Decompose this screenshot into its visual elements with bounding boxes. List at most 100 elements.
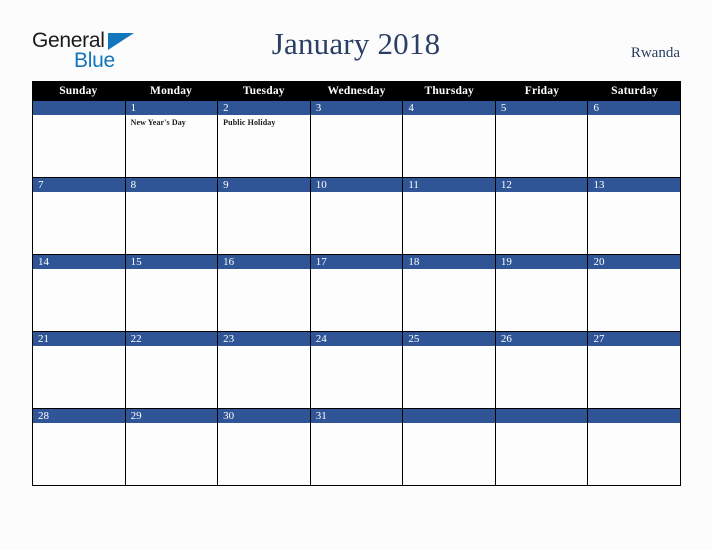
calendar-body: 1 New Year's Day 2 Public Holiday 3 4 5 6 7 8 9 10 1… <box>32 101 682 486</box>
date-number: 26 <box>500 333 512 345</box>
holiday-event: New Year's Day <box>130 118 186 127</box>
event-list: New Year's Day <box>126 115 218 128</box>
date-bar: 26 <box>495 332 588 346</box>
weekday-header-tuesday: Tuesday <box>242 85 285 97</box>
date-number: 2 <box>223 102 229 114</box>
day-cell-30[interactable]: 30 <box>218 409 311 485</box>
country-label: Rwanda <box>630 45 680 61</box>
weekday-header-row: Sunday Monday Tuesday Wednesday Thursday Frid… <box>32 81 681 101</box>
day-cell-3[interactable]: 3 <box>310 101 404 177</box>
date-bar: 29 <box>125 409 218 423</box>
date-number: 17 <box>315 256 327 268</box>
date-bar <box>33 101 125 115</box>
day-cell-19[interactable]: 19 <box>495 255 589 331</box>
day-cell-8[interactable]: 8 <box>125 178 219 254</box>
page-header: General Blue January 2018 Rwanda <box>0 0 712 80</box>
date-bar: 22 <box>125 332 218 346</box>
date-number: 15 <box>130 256 142 268</box>
date-bar: 28 <box>33 409 125 423</box>
calendar-grid: Sunday Monday Tuesday Wednesday Thursday Frid… <box>32 81 682 486</box>
date-number: 23 <box>223 333 235 345</box>
date-number: 6 <box>593 102 599 114</box>
date-bar: 11 <box>403 178 495 192</box>
date-number: 5 <box>500 102 507 114</box>
weekday-header-thursday: Thursday <box>424 85 474 97</box>
day-cell-2[interactable]: 2 Public Holiday <box>218 101 311 177</box>
date-bar: 25 <box>403 332 495 346</box>
day-cell-16[interactable]: 16 <box>218 255 311 331</box>
date-bar: 7 <box>33 178 125 192</box>
date-bar: 31 <box>310 409 403 423</box>
day-cell-9[interactable]: 9 <box>218 178 311 254</box>
date-bar: 19 <box>495 255 588 269</box>
weekday-header-wednesday: Wednesday <box>327 85 386 97</box>
date-bar: 20 <box>588 255 681 269</box>
date-number: 8 <box>130 179 137 191</box>
day-cell-23[interactable]: 23 <box>218 332 311 408</box>
day-cell-18[interactable]: 18 <box>403 255 496 331</box>
day-cell-10[interactable]: 10 <box>310 178 404 254</box>
day-cell-27[interactable]: 27 <box>588 332 682 408</box>
day-cell-6[interactable]: 6 <box>588 101 682 177</box>
date-bar <box>588 409 681 423</box>
date-bar <box>403 409 495 423</box>
date-bar: 8 <box>125 178 218 192</box>
day-cell-12[interactable]: 12 <box>495 178 589 254</box>
date-number: 9 <box>223 179 229 191</box>
day-cell-4[interactable]: 4 <box>403 101 496 177</box>
day-cell-empty[interactable] <box>495 409 589 485</box>
day-cell-13[interactable]: 13 <box>588 178 682 254</box>
holiday-event: Public Holiday <box>223 118 276 127</box>
date-number: 16 <box>223 256 235 268</box>
day-cell-empty[interactable] <box>403 409 496 485</box>
day-cell-14[interactable]: 14 <box>33 255 126 331</box>
date-bar: 15 <box>125 255 218 269</box>
page-title: January 2018 <box>271 26 441 61</box>
day-cell-5[interactable]: 5 <box>495 101 589 177</box>
calendar-week-row: 21 22 23 24 25 26 27 <box>32 332 682 409</box>
weekday-header-monday: Monday <box>150 85 193 97</box>
date-bar: 4 <box>403 101 495 115</box>
date-number: 1 <box>130 102 137 114</box>
day-cell-24[interactable]: 24 <box>310 332 404 408</box>
day-cell-22[interactable]: 22 <box>125 332 219 408</box>
date-number: 14 <box>38 256 49 268</box>
date-number: 28 <box>38 410 49 422</box>
date-number: 30 <box>223 410 235 422</box>
date-number: 29 <box>130 410 142 422</box>
date-bar <box>495 409 588 423</box>
day-cell-1[interactable]: 1 New Year's Day <box>125 101 219 177</box>
date-number: 31 <box>315 410 327 422</box>
date-bar: 10 <box>310 178 403 192</box>
date-number: 27 <box>593 333 605 345</box>
day-cell-empty[interactable] <box>33 101 126 177</box>
day-cell-17[interactable]: 17 <box>310 255 404 331</box>
day-cell-26[interactable]: 26 <box>495 332 589 408</box>
day-cell-25[interactable]: 25 <box>403 332 496 408</box>
calendar-week-row: 14 15 16 17 18 19 20 <box>32 255 682 332</box>
event-list: Public Holiday <box>218 115 310 128</box>
calendar-week-row: 1 New Year's Day 2 Public Holiday 3 4 5 6 <box>32 101 682 178</box>
date-number: 25 <box>408 333 420 345</box>
day-cell-11[interactable]: 11 <box>403 178 496 254</box>
day-cell-28[interactable]: 28 <box>33 409 126 485</box>
date-bar: 5 <box>495 101 588 115</box>
date-bar: 2 <box>218 101 310 115</box>
day-cell-31[interactable]: 31 <box>310 409 404 485</box>
calendar-page: General Blue January 2018 Rwanda Sunday M… <box>0 0 712 550</box>
date-bar: 12 <box>495 178 588 192</box>
date-bar: 14 <box>33 255 125 269</box>
date-bar: 9 <box>218 178 310 192</box>
day-cell-21[interactable]: 21 <box>33 332 126 408</box>
date-number: 4 <box>408 102 414 114</box>
date-bar: 6 <box>588 101 681 115</box>
day-cell-20[interactable]: 20 <box>588 255 682 331</box>
date-number: 11 <box>408 179 419 191</box>
date-bar: 30 <box>218 409 310 423</box>
day-cell-7[interactable]: 7 <box>33 178 126 254</box>
date-bar: 27 <box>588 332 681 346</box>
date-bar: 3 <box>310 101 403 115</box>
day-cell-empty[interactable] <box>588 409 682 485</box>
day-cell-15[interactable]: 15 <box>125 255 219 331</box>
day-cell-29[interactable]: 29 <box>125 409 219 485</box>
